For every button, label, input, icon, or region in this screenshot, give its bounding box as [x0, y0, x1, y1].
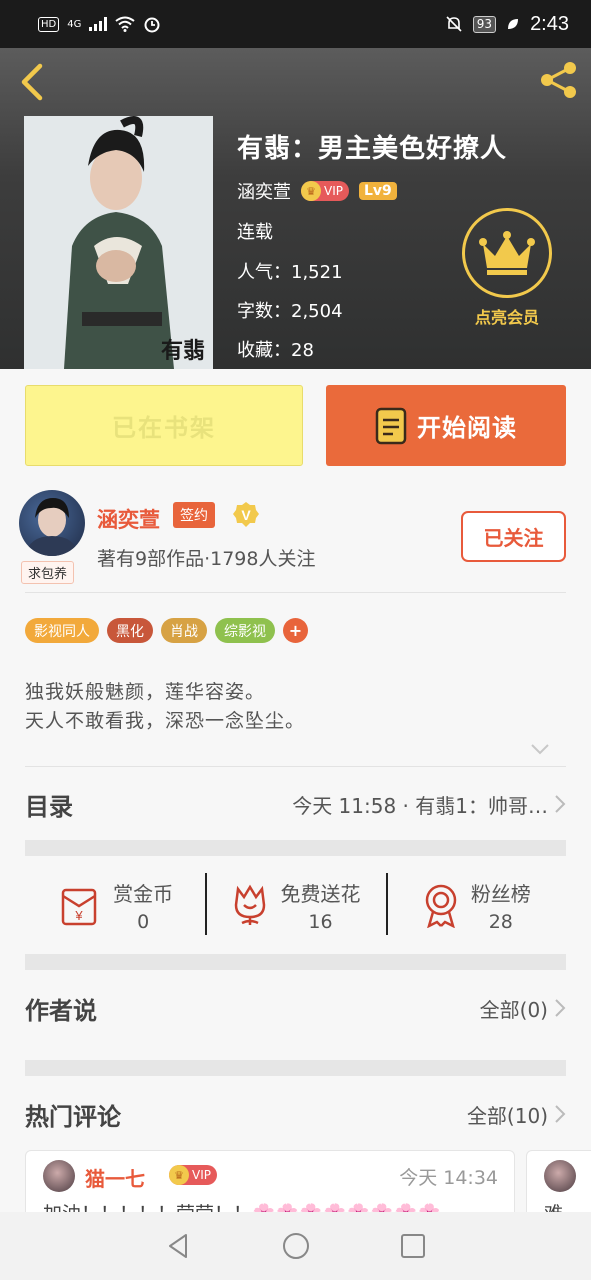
start-reading-button[interactable]: 开始阅读: [326, 385, 566, 466]
author-card: 求包养 涵奕萱 签约 V 著有9部作品·1798人关注 已关注: [0, 480, 591, 590]
in-bookshelf-button[interactable]: 已在书架: [25, 385, 303, 466]
book-header: 有翡 有翡：男主美色好撩人 涵奕萱 ♛ VIP Lv9 连载 人气：1,521 …: [0, 48, 591, 369]
share-icon[interactable]: [537, 58, 581, 102]
author-stats: 著有9部作品·1798人关注: [97, 548, 316, 570]
comment-time: 今天 14:34: [399, 1167, 498, 1189]
free-flower-button[interactable]: 免费送花 16: [205, 870, 385, 940]
crown-icon: ♛: [301, 181, 321, 201]
chevron-right-icon: [555, 795, 566, 813]
svg-text:¥: ¥: [75, 908, 84, 923]
comment-user-name[interactable]: 猫一七: [85, 1163, 145, 1192]
red-envelope-icon: ¥: [61, 888, 97, 926]
divider: [25, 592, 566, 593]
wifi-icon: [115, 16, 135, 32]
home-circle-icon[interactable]: [281, 1231, 311, 1261]
fan-ranking-button[interactable]: 粉丝榜 28: [385, 870, 566, 940]
comment-card[interactable]: 难: [526, 1150, 591, 1220]
back-icon[interactable]: [16, 62, 52, 102]
comment-vip-badge: ♛ VIP: [169, 1165, 217, 1185]
fan-ranking-label: 粉丝榜: [470, 881, 531, 906]
system-navigation-bar: [0, 1212, 591, 1280]
book-author-name[interactable]: 涵奕萱: [237, 178, 291, 204]
start-reading-label: 开始阅读: [417, 414, 517, 442]
hot-comments-all: 全部(10): [466, 1103, 548, 1128]
book-status: 连载: [237, 222, 273, 243]
vip-member-label: 点亮会员: [474, 308, 539, 327]
latest-chapter: 今天 11:58 · 有翡1：帅哥…: [292, 793, 548, 818]
section-separator: [25, 954, 566, 970]
synopsis-line: 天人不敢看我，深恐一念坠尘。: [25, 710, 306, 732]
reward-coins-button[interactable]: ¥ 赏金币 0: [25, 870, 205, 940]
signal-4g-label: 4G: [67, 18, 82, 30]
book-title: 有翡：男主美色好撩人: [237, 134, 508, 164]
avatar[interactable]: [19, 490, 85, 556]
signal-icon: [89, 17, 108, 31]
vip-label: VIP: [324, 184, 343, 198]
hot-comments-row[interactable]: 热门评论 全部(10): [25, 1092, 566, 1136]
medal-icon: [425, 884, 457, 928]
battery-indicator: 93: [472, 15, 497, 33]
tag-list: 影视同人 黑化 肖战 综影视 +: [25, 618, 308, 643]
chevron-down-icon[interactable]: [530, 742, 550, 756]
followed-button[interactable]: 已关注: [461, 511, 566, 562]
catalog-row[interactable]: 目录 今天 11:58 · 有翡1：帅哥…: [25, 782, 566, 826]
catalog-title: 目录: [25, 792, 73, 821]
action-buttons: 已在书架 开始阅读: [25, 385, 566, 466]
comment-card[interactable]: 猫一七 ♛ VIP 今天 14:34 加油！！！！！莹莹！！🌸🌸🌸🌸🌸🌸🌸🌸: [25, 1150, 515, 1220]
cover-illustration: [24, 116, 213, 369]
flower-icon: [235, 884, 266, 925]
author-vip-badge: ♛ VIP: [301, 181, 349, 201]
cover-title-text: 有翡: [160, 338, 205, 364]
chevron-right-icon: [555, 1105, 566, 1123]
chevron-right-icon: [555, 999, 566, 1017]
vip-label: VIP: [192, 1168, 211, 1182]
reward-coins-value: 0: [137, 910, 150, 933]
back-triangle-icon[interactable]: [164, 1231, 194, 1261]
free-flower-value: 16: [308, 910, 333, 933]
support-author-label[interactable]: 求包养: [21, 561, 75, 584]
svg-text:V: V: [241, 507, 251, 523]
recents-square-icon[interactable]: [398, 1231, 428, 1261]
hot-comments-title: 热门评论: [25, 1102, 121, 1131]
leaf-icon: [508, 19, 519, 29]
book-favorites: 收藏：28: [237, 340, 314, 361]
tag-item[interactable]: 影视同人: [25, 618, 99, 643]
fan-ranking-value: 28: [488, 910, 513, 933]
divider: [25, 766, 566, 767]
clock: 2:43: [530, 12, 569, 35]
vip-member-button[interactable]: 点亮会员: [462, 208, 552, 328]
book-word-count: 字数：2,504: [237, 301, 343, 322]
mute-notification-icon: [446, 16, 462, 32]
section-separator: [25, 1060, 566, 1076]
synopsis-line: 独我妖般魅颜，莲华容姿。: [25, 681, 266, 703]
section-separator: [25, 840, 566, 856]
author-say-row[interactable]: 作者说 全部(0): [25, 986, 566, 1030]
book-icon: [375, 407, 407, 444]
crown-icon: ♛: [169, 1165, 189, 1185]
status-bar: HD 4G 93 2:43: [0, 0, 591, 48]
avatar[interactable]: [43, 1160, 75, 1192]
signed-badge: 签约: [173, 502, 215, 528]
author-say-all: 全部(0): [479, 997, 548, 1022]
tag-item[interactable]: 黑化: [107, 618, 153, 643]
tag-item[interactable]: 综影视: [215, 618, 275, 643]
author-say-title: 作者说: [25, 996, 97, 1025]
support-stats: ¥ 赏金币 0 免费送花 16 粉丝榜 28: [25, 870, 566, 940]
tag-item[interactable]: 肖战: [161, 618, 207, 643]
add-tag-icon[interactable]: +: [283, 618, 308, 643]
crown-icon: [479, 231, 535, 275]
author-name[interactable]: 涵奕萱: [97, 504, 160, 534]
book-cover[interactable]: 有翡: [24, 116, 213, 369]
book-author-row: 涵奕萱 ♛ VIP Lv9: [237, 178, 397, 204]
avatar[interactable]: [544, 1160, 576, 1192]
verified-v-icon: V: [233, 502, 259, 527]
alarm-icon: [144, 17, 160, 33]
book-popularity: 人气：1,521: [237, 262, 343, 283]
free-flower-label: 免费送花: [280, 881, 361, 906]
hd-indicator: HD: [38, 16, 60, 32]
reward-coins-label: 赏金币: [113, 881, 174, 906]
book-synopsis: 独我妖般魅颜，莲华容姿。 天人不敢看我，深恐一念坠尘。: [25, 678, 305, 736]
level-badge: Lv9: [358, 182, 397, 200]
